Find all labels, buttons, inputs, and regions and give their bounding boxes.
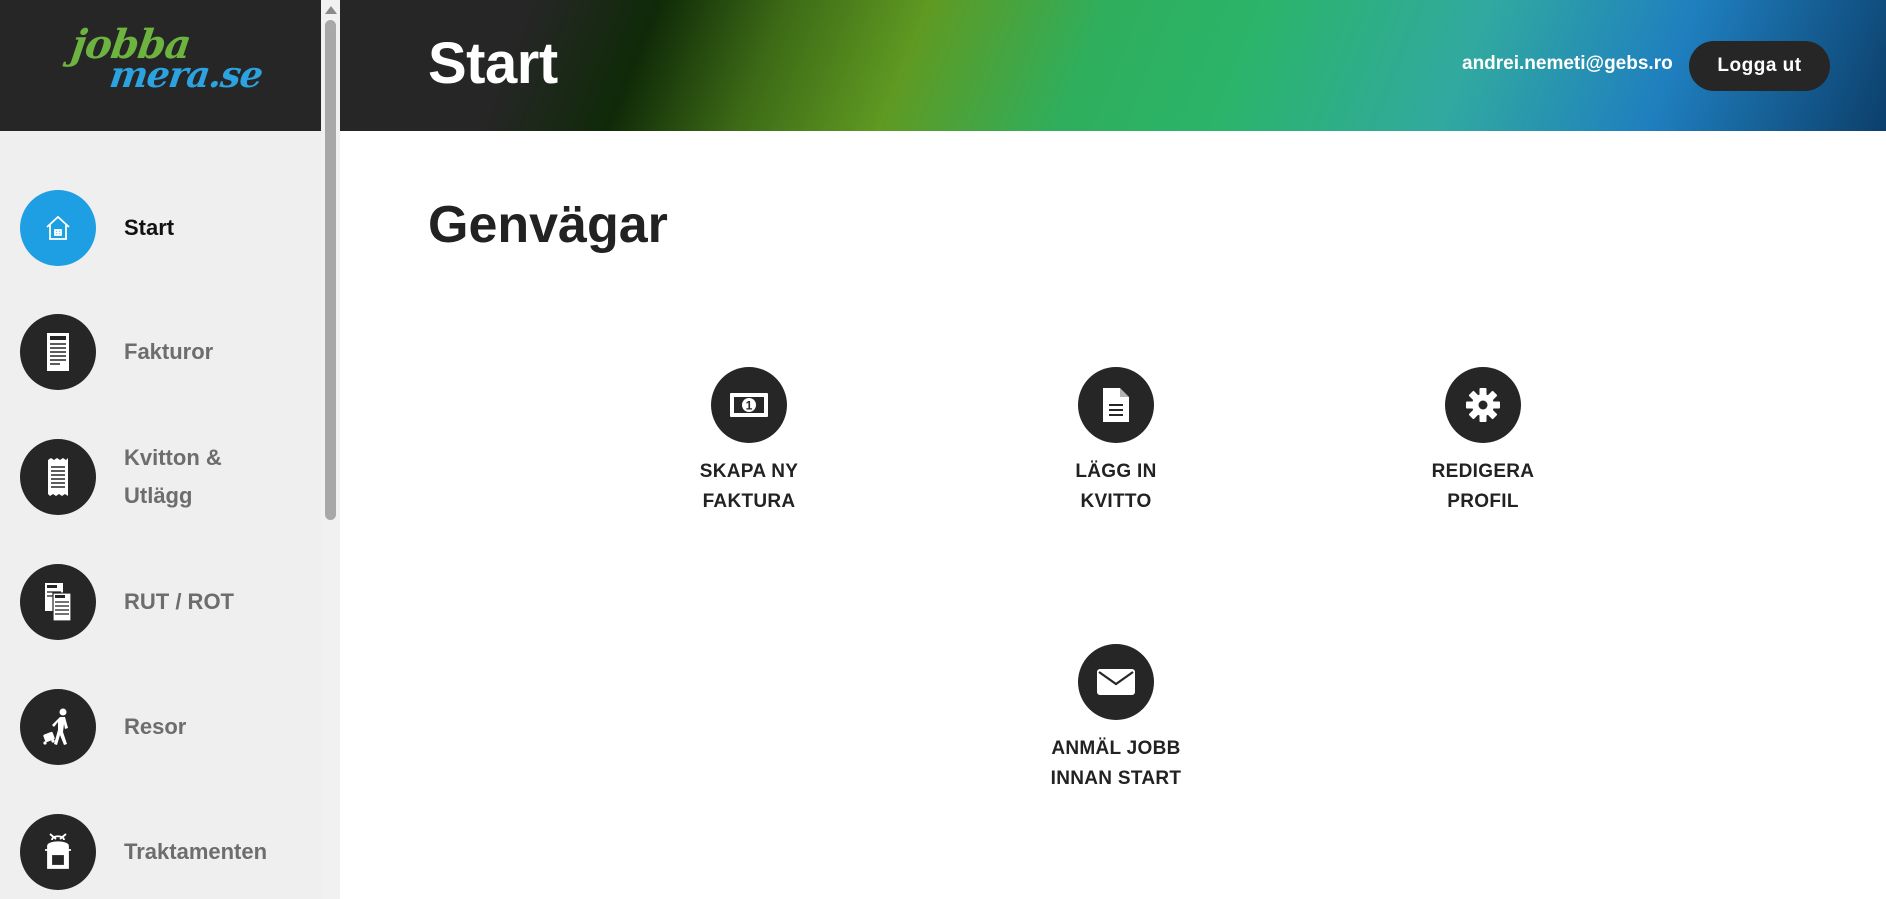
shortcut-add-receipt[interactable]: LÄGG IN KVITTO: [996, 367, 1236, 517]
shortcut-label-line-1: LÄGG IN: [1075, 461, 1157, 482]
shortcut-label-line-2: PROFIL: [1447, 491, 1519, 512]
sidebar-item-resor[interactable]: Resor: [20, 689, 310, 765]
sidebar-item-fakturor[interactable]: Fakturor: [20, 314, 310, 390]
section-title: Genvägar: [428, 196, 668, 254]
svg-text:1: 1: [746, 399, 753, 413]
envelope-icon: [1078, 644, 1154, 720]
shortcut-report-job[interactable]: ANMÄL JOBB INNAN START: [996, 644, 1236, 794]
sidebar-item-label: Start: [124, 215, 175, 240]
sidebar-item-label: Kvitton &: [124, 445, 222, 470]
sidebar-item-rut-rot[interactable]: RUT / ROT: [20, 564, 310, 640]
shortcut-label-line-2: FAKTURA: [702, 491, 796, 512]
backpack-icon: [20, 814, 96, 890]
top-header: Start andrei.nemeti@gebs.ro Logga ut: [340, 0, 1886, 131]
sidebar-item-label: Resor: [124, 714, 187, 739]
sidebar: jobba mera.se Start Fakturor Kvitton & U…: [0, 0, 321, 899]
sidebar-item-start[interactable]: Start: [20, 190, 310, 266]
user-email: andrei.nemeti@gebs.ro: [1462, 53, 1673, 74]
shortcut-label-line-1: ANMÄL JOBB: [1051, 738, 1181, 759]
home-icon: [20, 190, 96, 266]
sidebar-item-label-group: Kvitton & Utlägg: [96, 439, 222, 515]
logo-line-2: mera.se: [107, 54, 265, 96]
sidebar-item-kvitton[interactable]: Kvitton & Utlägg: [20, 439, 310, 515]
invoice-icon: [20, 314, 96, 390]
sidebar-item-label: RUT / ROT: [124, 589, 234, 614]
shortcut-label-line-1: SKAPA NY: [699, 461, 799, 482]
page-title: Start: [428, 31, 558, 96]
scroll-up-arrow-icon[interactable]: [325, 6, 337, 14]
sidebar-item-label: Fakturor: [124, 339, 214, 364]
sidebar-item-traktamenten[interactable]: Traktamenten: [20, 814, 310, 890]
traveler-icon: [20, 689, 96, 765]
scroll-thumb[interactable]: [325, 20, 336, 520]
sidebar-item-label-2: Utlägg: [124, 483, 193, 508]
document-icon: [1078, 367, 1154, 443]
logo[interactable]: jobba mera.se: [69, 21, 265, 96]
shortcut-label: LÄGG IN KVITTO: [996, 457, 1236, 517]
shortcut-label-line-2: KVITTO: [1080, 491, 1152, 512]
logo-area: jobba mera.se: [0, 0, 321, 131]
logout-button[interactable]: Logga ut: [1689, 41, 1830, 91]
shortcut-label: ANMÄL JOBB INNAN START: [996, 734, 1236, 794]
gear-icon: [1445, 367, 1521, 443]
receipt-icon: [20, 439, 96, 515]
shortcut-label-line-1: REDIGERA: [1431, 461, 1535, 482]
sidebar-item-label: Traktamenten: [124, 839, 268, 864]
shortcut-create-invoice[interactable]: 1 SKAPA NY FAKTURA: [629, 367, 869, 517]
shortcut-label-line-2: INNAN START: [1050, 768, 1182, 789]
shortcut-label: SKAPA NY FAKTURA: [629, 457, 869, 517]
banknote-icon: 1: [711, 367, 787, 443]
rut-rot-icon: [20, 564, 96, 640]
shortcut-label: REDIGERA PROFIL: [1363, 457, 1603, 517]
sidebar-scrollbar[interactable]: [321, 0, 340, 899]
shortcut-edit-profile[interactable]: REDIGERA PROFIL: [1363, 367, 1603, 517]
